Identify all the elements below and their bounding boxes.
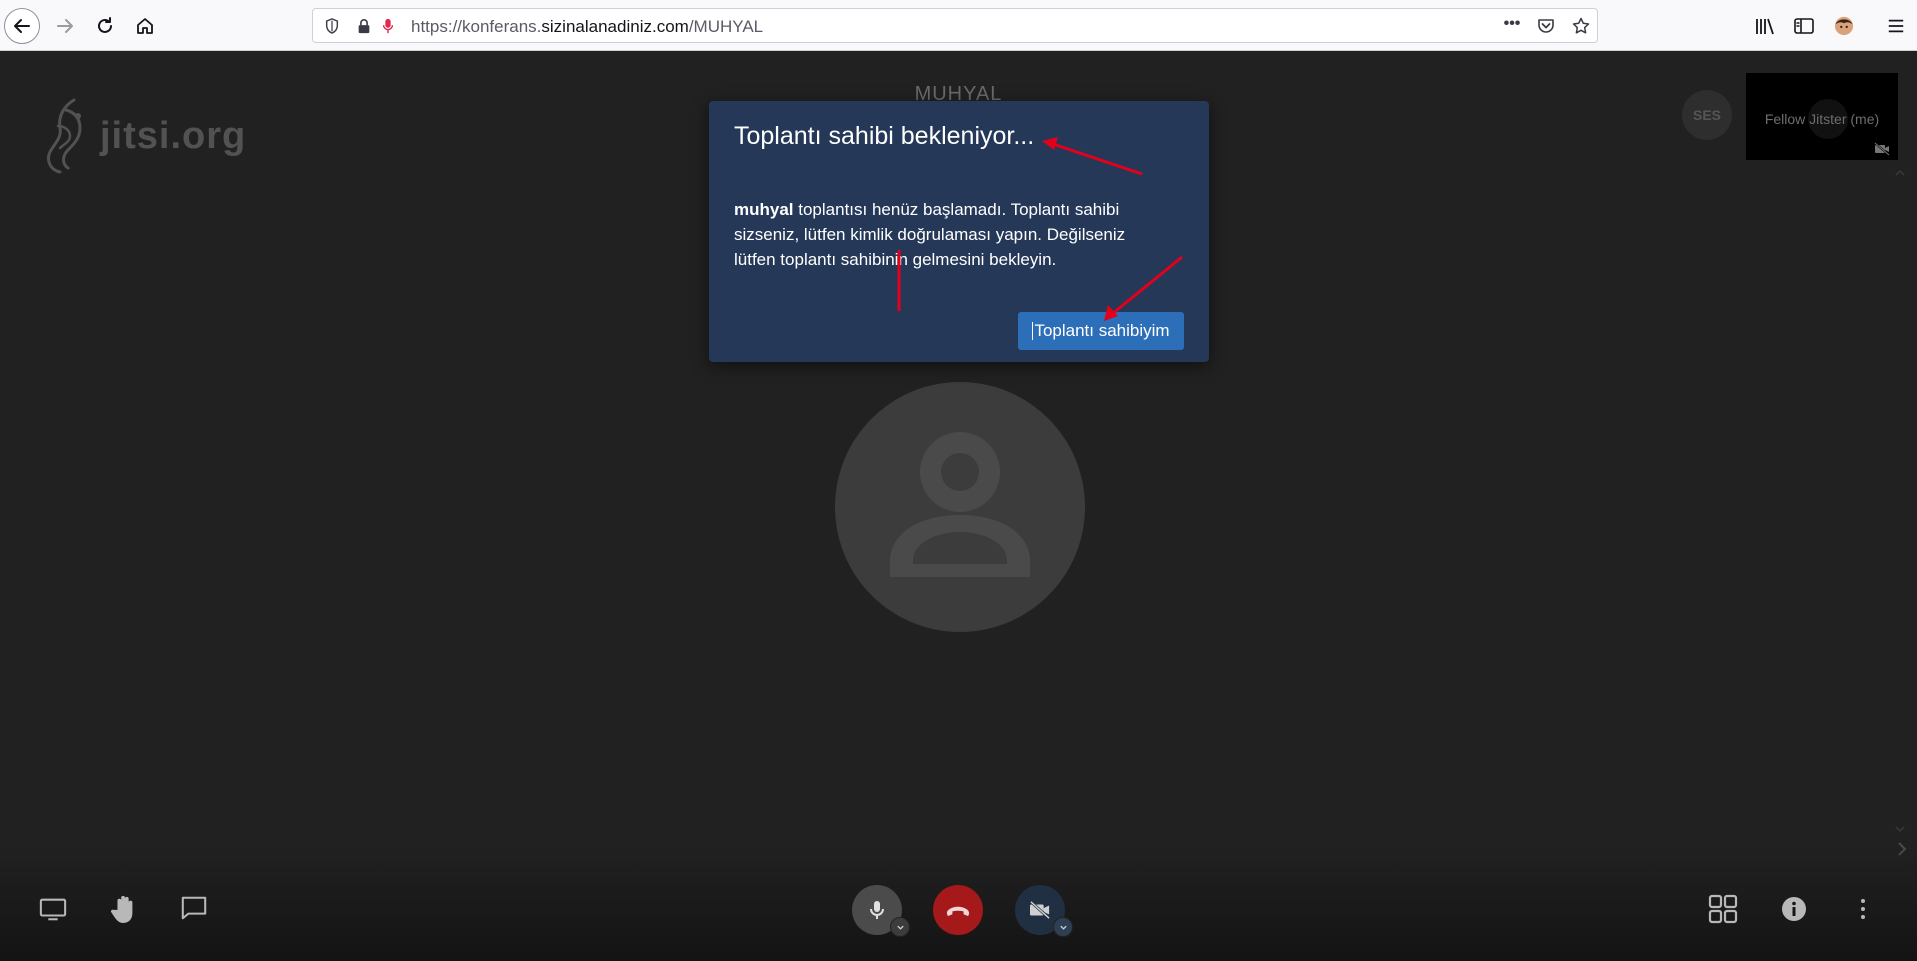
home-icon (137, 18, 153, 34)
sidebar-icon[interactable] (1792, 14, 1816, 38)
microphone-button[interactable] (852, 885, 910, 937)
url-domain: sizinalanadiniz.com (541, 17, 689, 36)
microphone-icon (870, 901, 884, 919)
info-icon[interactable] (1781, 896, 1807, 922)
meeting-toolbar (0, 846, 1917, 961)
arrow-left-icon (14, 19, 30, 33)
camera-off-icon (1029, 900, 1051, 920)
page-actions-icon[interactable]: ••• (1500, 15, 1524, 33)
filmstrip-scrollbar[interactable] (1893, 167, 1907, 835)
hangup-button[interactable] (933, 885, 983, 935)
jitsi-logo[interactable]: jitsi.org (44, 96, 246, 176)
account-avatar[interactable] (1832, 14, 1856, 38)
screenshare-icon[interactable] (38, 894, 68, 924)
tile-view-icon[interactable] (1708, 894, 1738, 924)
i-am-host-button[interactable]: Toplantı sahibiyim (1018, 312, 1184, 350)
participant-avatar-ses[interactable]: SES (1682, 90, 1732, 140)
large-avatar (835, 382, 1085, 632)
video-settings-chevron-icon[interactable] (1053, 917, 1073, 937)
reload-icon (98, 17, 112, 33)
url-prefix: https://konferans. (411, 17, 542, 36)
chat-icon[interactable] (179, 893, 209, 923)
hangup-icon (946, 906, 970, 916)
arrow-right-icon (57, 19, 73, 33)
camera-muted-icon (1874, 142, 1890, 156)
more-options-icon[interactable] (1853, 894, 1873, 924)
local-video-thumbnail[interactable]: Fellow Jitster (me) (1746, 73, 1898, 160)
library-icon[interactable] (1753, 14, 1777, 38)
address-bar[interactable]: https://konferans.sizinalanadiniz.com/MU… (312, 8, 1598, 43)
microphone-sharing-icon[interactable] (379, 17, 397, 35)
dialog-message: muhyal toplantısı henüz başlamadı. Topla… (734, 197, 1154, 272)
bookmark-star-icon[interactable] (1572, 17, 1590, 35)
browser-toolbar: https://konferans.sizinalanadiniz.com/MU… (0, 0, 1917, 51)
dialog-message-text: toplantısı henüz başlamadı. Toplantı sah… (734, 200, 1126, 269)
local-participant-name: Fellow Jitster (me) (1764, 111, 1880, 127)
camera-button[interactable] (1015, 885, 1073, 937)
home-button[interactable] (127, 8, 163, 44)
room-name-bold: muhyal (734, 200, 794, 219)
audio-settings-chevron-icon[interactable] (890, 917, 910, 937)
back-button[interactable] (4, 8, 40, 44)
text-cursor (1032, 322, 1034, 340)
url-text[interactable]: https://konferans.sizinalanadiniz.com/MU… (411, 17, 763, 37)
reload-button[interactable] (87, 8, 123, 44)
jitsi-logo-icon (46, 98, 82, 174)
logo-text: jitsi.org (100, 114, 247, 157)
user-placeholder-icon (890, 432, 1030, 577)
raise-hand-icon[interactable] (109, 893, 139, 925)
i-am-host-label: Toplantı sahibiyim (1034, 321, 1170, 340)
shield-icon[interactable] (323, 17, 341, 35)
url-path: /MUHYAL (688, 17, 764, 36)
pocket-icon[interactable] (1537, 17, 1555, 35)
waiting-for-host-dialog: Toplantı sahibi bekleniyor... muhyal top… (709, 101, 1209, 362)
hamburger-menu-icon[interactable] (1884, 14, 1908, 38)
dialog-title: Toplantı sahibi bekleniyor... (734, 122, 1035, 150)
lock-icon[interactable] (355, 17, 373, 35)
forward-button[interactable] (47, 8, 83, 44)
